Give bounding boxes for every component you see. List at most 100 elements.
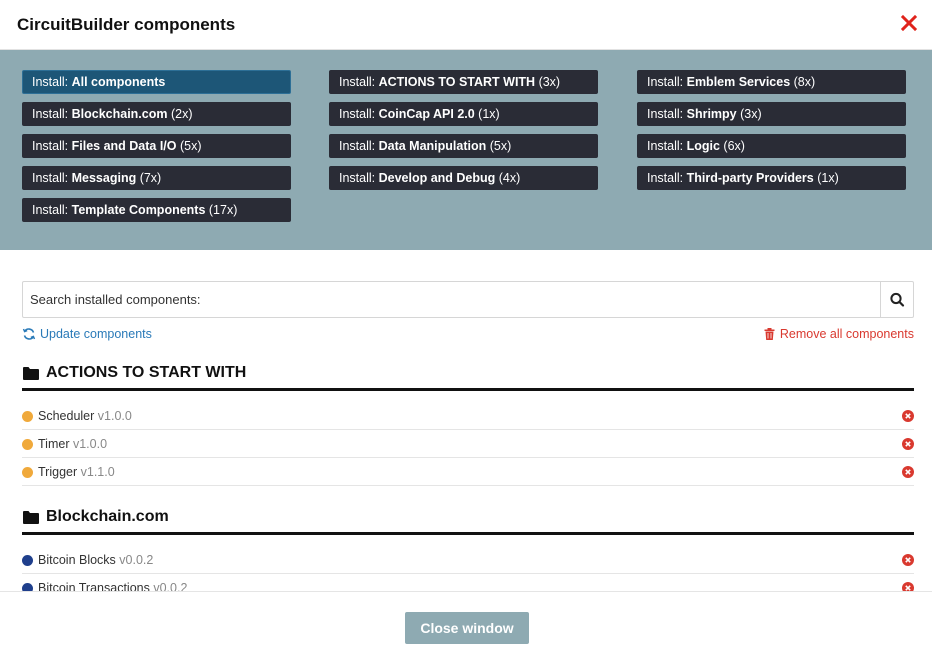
close-window-button[interactable]: Close window [405, 612, 529, 644]
component-version: v1.0.0 [72, 437, 108, 451]
install-count: (17x) [205, 203, 238, 217]
install-name: Develop and Debug [378, 171, 496, 185]
remove-all-components-link[interactable]: Remove all components [764, 327, 914, 341]
modal-header: CircuitBuilder components [0, 0, 932, 50]
status-dot [22, 439, 33, 450]
component-version: v0.0.2 [153, 581, 188, 591]
component-label: Bitcoin Blocks v0.0.2 [38, 553, 153, 567]
component-row: Scheduler v1.0.0 [22, 402, 914, 430]
install-name: Third-party Providers [686, 171, 814, 185]
install-prefix: Install: [647, 107, 687, 121]
install-name: Data Manipulation [378, 139, 487, 153]
refresh-icon [22, 328, 36, 340]
modal-title: CircuitBuilder components [17, 15, 236, 34]
install-name: All components [71, 75, 166, 89]
install-blockchain-button[interactable]: Install: Blockchain.com (2x) [22, 102, 291, 126]
install-count: (8x) [790, 75, 816, 89]
install-panel: Install: All components Install: ACTIONS… [0, 50, 932, 250]
install-count: (2x) [167, 107, 193, 121]
install-all-button[interactable]: Install: All components [22, 70, 291, 94]
install-name: Files and Data I/O [71, 139, 177, 153]
install-messaging-button[interactable]: Install: Messaging (7x) [22, 166, 291, 190]
install-name: ACTIONS TO START WITH [378, 75, 536, 89]
component-version: v1.1.0 [80, 465, 115, 479]
install-prefix: Install: [647, 75, 687, 89]
install-prefix: Install: [32, 75, 72, 89]
install-count: (1x) [813, 171, 839, 185]
component-row: Timer v1.0.0 [22, 430, 914, 458]
install-prefix: Install: [339, 75, 379, 89]
component-name: Scheduler [38, 409, 95, 423]
install-files-button[interactable]: Install: Files and Data I/O (5x) [22, 134, 291, 158]
component-row: Bitcoin Transactions v0.0.2 [22, 574, 914, 591]
install-logic-button[interactable]: Install: Logic (6x) [637, 134, 906, 158]
install-prefix: Install: [647, 171, 687, 185]
install-third-party-button[interactable]: Install: Third-party Providers (1x) [637, 166, 906, 190]
close-icon[interactable] [900, 14, 918, 32]
install-name: Logic [686, 139, 720, 153]
search-input[interactable] [23, 282, 881, 317]
search-box [22, 281, 914, 318]
remove-component-icon[interactable] [902, 466, 914, 478]
install-template-button[interactable]: Install: Template Components (17x) [22, 198, 291, 222]
remove-component-icon[interactable] [902, 582, 914, 591]
section-header-blockchain: Blockchain.com [22, 499, 914, 535]
install-name: Emblem Services [686, 75, 791, 89]
search-button[interactable] [880, 282, 913, 317]
status-dot [22, 467, 33, 478]
modal-footer: Close window [0, 591, 932, 660]
remove-component-icon[interactable] [902, 410, 914, 422]
update-components-label: Update components [40, 327, 152, 341]
component-label: Trigger v1.1.0 [38, 465, 115, 479]
install-actions-button[interactable]: Install: ACTIONS TO START WITH (3x) [329, 70, 598, 94]
install-count: (3x) [535, 75, 561, 89]
install-prefix: Install: [339, 107, 379, 121]
section-title: Blockchain.com [46, 508, 169, 525]
install-shrimpy-button[interactable]: Install: Shrimpy (3x) [637, 102, 906, 126]
install-coincap-button[interactable]: Install: CoinCap API 2.0 (1x) [329, 102, 598, 126]
search-icon [890, 292, 905, 307]
install-emblem-button[interactable]: Install: Emblem Services (8x) [637, 70, 906, 94]
installed-components-list[interactable]: ACTIONS TO START WITH Scheduler v1.0.0 T… [0, 355, 932, 591]
install-count: (4x) [495, 171, 521, 185]
install-prefix: Install: [339, 139, 379, 153]
install-name: Shrimpy [686, 107, 737, 121]
component-row: Bitcoin Blocks v0.0.2 [22, 546, 914, 574]
section-header-actions: ACTIONS TO START WITH [22, 355, 914, 391]
install-count: (6x) [719, 139, 745, 153]
status-dot [22, 411, 33, 422]
install-count: (3x) [736, 107, 762, 121]
status-dot [22, 555, 33, 566]
install-name: Template Components [71, 203, 206, 217]
components-modal: CircuitBuilder components Install: All c… [0, 0, 932, 660]
install-count: (7x) [136, 171, 162, 185]
update-components-link[interactable]: Update components [22, 327, 152, 341]
component-name: Trigger [38, 465, 78, 479]
install-count: (5x) [176, 139, 202, 153]
section-title: ACTIONS TO START WITH [46, 364, 247, 381]
component-name: Bitcoin Blocks [38, 553, 116, 567]
component-label: Timer v1.0.0 [38, 437, 107, 451]
install-count: (5x) [486, 139, 512, 153]
component-version: v0.0.2 [119, 553, 154, 567]
install-develop-button[interactable]: Install: Develop and Debug (4x) [329, 166, 598, 190]
component-name: Timer [38, 437, 70, 451]
install-name: Blockchain.com [71, 107, 168, 121]
component-label: Bitcoin Transactions v0.0.2 [38, 581, 187, 591]
install-prefix: Install: [32, 171, 72, 185]
install-data-manipulation-button[interactable]: Install: Data Manipulation (5x) [329, 134, 598, 158]
folder-icon [23, 511, 39, 524]
install-prefix: Install: [32, 139, 72, 153]
component-version: v1.0.0 [97, 409, 132, 423]
folder-icon [23, 367, 39, 380]
remove-component-icon[interactable] [902, 554, 914, 566]
trash-icon [764, 328, 775, 340]
install-name: CoinCap API 2.0 [378, 107, 475, 121]
install-prefix: Install: [32, 203, 72, 217]
install-name: Messaging [71, 171, 137, 185]
remove-all-components-label: Remove all components [779, 327, 914, 341]
install-count: (1x) [474, 107, 500, 121]
remove-component-icon[interactable] [902, 438, 914, 450]
component-name: Bitcoin Transactions [38, 581, 150, 591]
status-dot [22, 583, 33, 591]
